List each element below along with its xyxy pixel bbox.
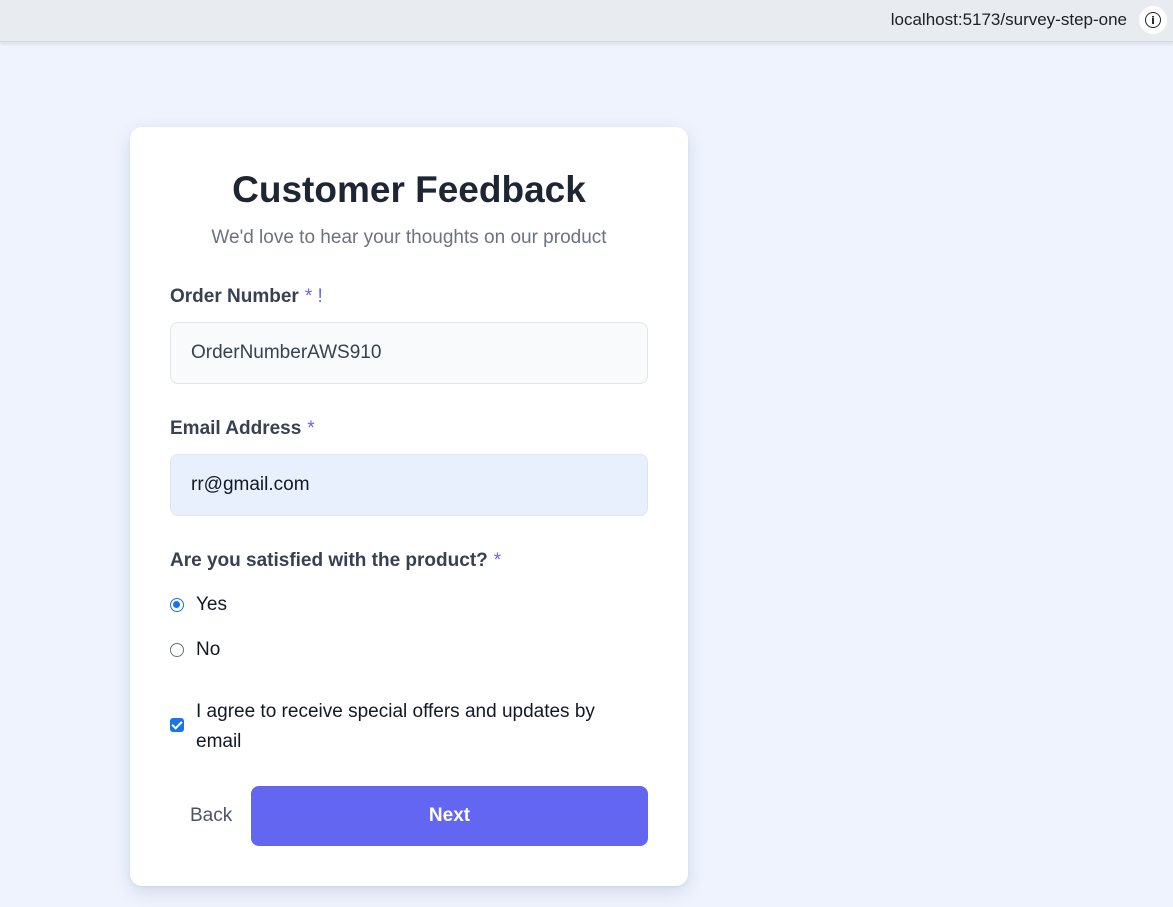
- order-number-required-marker: * !: [304, 286, 323, 307]
- consent-row[interactable]: I agree to receive special offers and up…: [170, 697, 648, 757]
- form-subtitle: We'd love to hear your thoughts on our p…: [211, 227, 607, 248]
- order-number-input[interactable]: [170, 322, 648, 384]
- radio-yes-button[interactable]: [170, 598, 184, 612]
- feedback-form-card: Customer Feedback We'd love to hear your…: [130, 127, 688, 886]
- address-bar-url[interactable]: localhost:5173/survey-step-one: [891, 10, 1127, 30]
- email-label: Email Address *: [170, 418, 315, 440]
- back-button[interactable]: Back: [170, 786, 250, 846]
- next-button[interactable]: Next: [251, 786, 648, 846]
- consent-checkbox[interactable]: [170, 718, 184, 732]
- satisfaction-question-text: Are you satisfied with the product?: [170, 550, 488, 571]
- form-title: Customer Feedback: [232, 169, 586, 210]
- browser-toolbar: localhost:5173/survey-step-one i: [0, 0, 1173, 42]
- email-label-text: Email Address: [170, 418, 302, 439]
- radio-option-yes[interactable]: Yes: [170, 594, 227, 616]
- page-background: Customer Feedback We'd love to hear your…: [0, 48, 1173, 907]
- radio-option-no[interactable]: No: [170, 639, 220, 661]
- radio-no-button[interactable]: [170, 643, 184, 657]
- radio-yes-label[interactable]: Yes: [196, 594, 227, 616]
- satisfaction-required-marker: *: [493, 550, 502, 571]
- order-number-label: Order Number * !: [170, 286, 323, 308]
- radio-no-label[interactable]: No: [196, 639, 220, 661]
- email-required-marker: *: [307, 418, 315, 439]
- info-icon[interactable]: i: [1139, 6, 1167, 34]
- email-input[interactable]: [170, 454, 648, 516]
- satisfaction-question: Are you satisfied with the product? *: [170, 550, 501, 572]
- consent-label[interactable]: I agree to receive special offers and up…: [196, 697, 636, 757]
- order-number-label-text: Order Number: [170, 286, 299, 307]
